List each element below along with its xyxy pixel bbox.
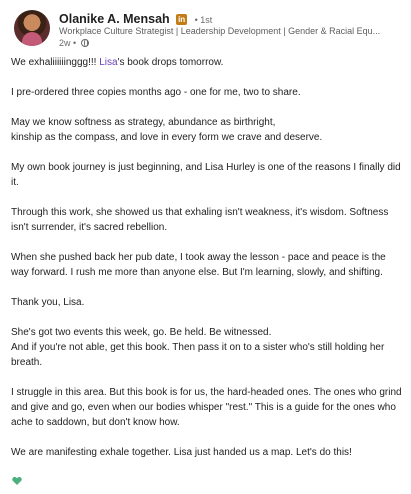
post-header: Olanike A. Mensah in • 1st Workplace Cul… — [14, 10, 404, 50]
author-name[interactable]: Olanike A. Mensah — [59, 12, 170, 26]
post-text: And if you're not able, get this book. T… — [11, 342, 385, 368]
post-paragraph: I pre-ordered three copies months ago - … — [11, 87, 301, 98]
post-paragraph: Thank you, Lisa. — [11, 297, 85, 308]
post-paragraph: She's got two events this week, go. Be h… — [11, 325, 405, 370]
post-text: We exhaliiiiiinggg!!! — [11, 57, 100, 68]
linkedin-premium-badge-icon: in — [176, 14, 188, 25]
post-body: We exhaliiiiiinggg!!! Lisa's book drops … — [11, 55, 405, 460]
linkedin-post: Olanike A. Mensah in • 1st Workplace Cul… — [0, 0, 411, 494]
connection-degree: • 1st — [194, 15, 213, 25]
post-text: kinship as the compass, and love in ever… — [11, 132, 323, 143]
post-paragraph: May we know softness as strategy, abunda… — [11, 115, 405, 145]
post-paragraph: My own book journey is just beginning, a… — [11, 162, 401, 188]
post-text: May we know softness as strategy, abunda… — [11, 117, 276, 128]
post-paragraph: We are manifesting exhale together. Lisa… — [11, 447, 352, 458]
author-headline: Workplace Culture Strategist | Leadershi… — [59, 26, 381, 36]
green-heart-icon — [12, 477, 22, 485]
mention-link[interactable]: Lisa — [99, 57, 117, 68]
post-meta: 2w • — [59, 38, 89, 48]
author-avatar[interactable] — [14, 10, 50, 46]
post-text: 's book drops tomorrow. — [117, 57, 224, 68]
post-time: 2w • — [59, 38, 77, 48]
post-paragraph: We exhaliiiiiinggg!!! Lisa's book drops … — [11, 55, 405, 70]
post-paragraph: When she pushed back her pub date, I too… — [11, 252, 386, 278]
post-paragraph: I struggle in this area. But this book i… — [11, 387, 402, 428]
globe-icon — [80, 39, 89, 47]
post-text: She's got two events this week, go. Be h… — [11, 327, 272, 338]
author-name-row: Olanike A. Mensah in • 1st — [59, 10, 213, 26]
post-paragraph: Through this work, she showed us that ex… — [11, 207, 389, 233]
